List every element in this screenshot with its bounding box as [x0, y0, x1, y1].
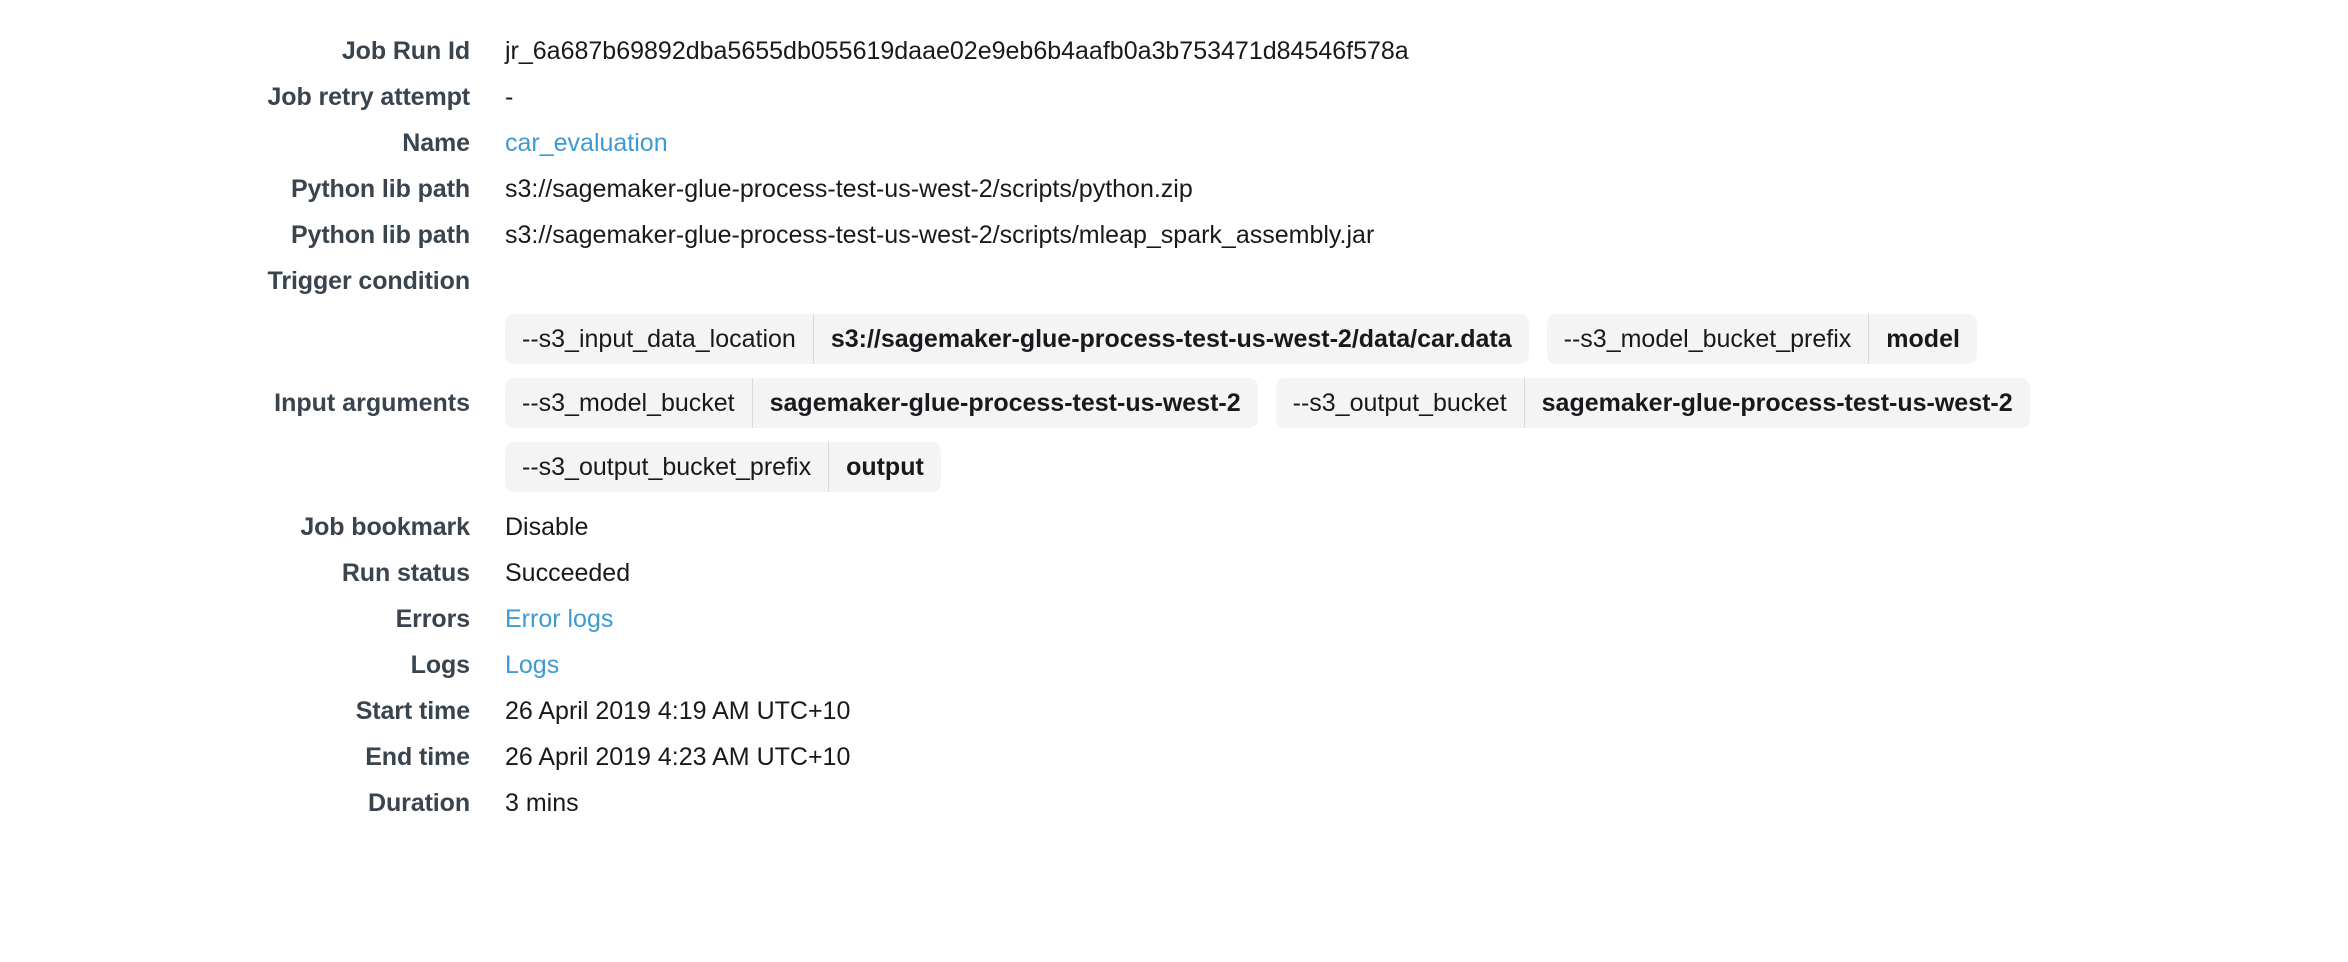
input-arguments-chip-group: --s3_input_data_location s3://sagemaker-… — [470, 314, 2348, 492]
status-badge: Succeeded — [505, 559, 631, 587]
argument-chip-s3-model-bucket-prefix[interactable]: --s3_model_bucket_prefix model — [1546, 314, 1977, 364]
input-arguments-line-2: --s3_model_bucket sagemaker-glue-process… — [505, 378, 2348, 428]
detail-row-input-arguments: Input arguments --s3_input_data_location… — [0, 314, 2348, 492]
detail-value-end-time: 26 April 2019 4:23 AM UTC+10 — [505, 743, 851, 771]
detail-row-name: Name car_evaluation — [0, 120, 2348, 166]
detail-label-python-lib-path-2: Python lib path — [290, 221, 470, 249]
detail-row-job-run-id: Job Run Id jr_6a687b69892dba5655db055619… — [0, 28, 2348, 74]
detail-label-input-arguments: Input arguments — [274, 388, 470, 417]
detail-label-job-run-id: Job Run Id — [341, 37, 470, 65]
detail-label-logs: Logs — [410, 651, 470, 679]
detail-label-python-lib-path-1: Python lib path — [290, 175, 470, 203]
argument-chip-s3-model-bucket[interactable]: --s3_model_bucket sagemaker-glue-process… — [505, 378, 1258, 428]
detail-label-job-retry-attempt: Job retry attempt — [267, 83, 470, 111]
detail-value-python-lib-path-2: s3://sagemaker-glue-process-test-us-west… — [505, 221, 1375, 249]
detail-label-end-time: End time — [365, 743, 470, 771]
argument-key: --s3_model_bucket_prefix — [1563, 324, 1852, 353]
argument-chip-s3-output-bucket-prefix[interactable]: --s3_output_bucket_prefix output — [505, 442, 941, 492]
detail-label-errors: Errors — [395, 605, 471, 633]
detail-row-errors: Errors Error logs — [0, 596, 2348, 642]
argument-key: --s3_output_bucket — [1292, 388, 1507, 417]
detail-row-trigger-condition: Trigger condition — [0, 258, 2348, 304]
detail-row-python-lib-path-1: Python lib path s3://sagemaker-glue-proc… — [0, 166, 2348, 212]
job-run-detail-list: Job Run Id jr_6a687b69892dba5655db055619… — [0, 28, 2348, 826]
detail-value-job-bookmark: Disable — [505, 513, 589, 541]
detail-label-trigger-condition: Trigger condition — [267, 267, 471, 295]
argument-value: model — [1886, 324, 1960, 353]
detail-row-run-status: Run status Succeeded — [0, 550, 2348, 596]
argument-key: --s3_input_data_location — [522, 324, 796, 353]
detail-value-duration: 3 mins — [505, 789, 579, 817]
detail-label-run-status: Run status — [341, 559, 470, 587]
detail-value-trigger-condition — [470, 258, 2348, 304]
argument-chip-s3-output-bucket[interactable]: --s3_output_bucket sagemaker-glue-proces… — [1275, 378, 2030, 428]
detail-value-job-retry-attempt: - — [505, 83, 514, 111]
detail-row-job-retry-attempt: Job retry attempt - — [0, 74, 2348, 120]
argument-key: --s3_output_bucket_prefix — [522, 452, 812, 481]
detail-row-python-lib-path-2: Python lib path s3://sagemaker-glue-proc… — [0, 212, 2348, 258]
input-arguments-line-3: --s3_output_bucket_prefix output — [505, 442, 2348, 492]
argument-value: s3://sagemaker-glue-process-test-us-west… — [830, 324, 1512, 353]
argument-key: --s3_model_bucket — [522, 388, 735, 417]
detail-row-start-time: Start time 26 April 2019 4:19 AM UTC+10 — [0, 688, 2348, 734]
detail-label-name: Name — [402, 129, 470, 157]
input-arguments-line-1: --s3_input_data_location s3://sagemaker-… — [505, 314, 2348, 364]
argument-chip-s3-input-data-location[interactable]: --s3_input_data_location s3://sagemaker-… — [505, 314, 1529, 364]
job-run-detail-panel: Job Run Id jr_6a687b69892dba5655db055619… — [0, 0, 2348, 962]
argument-value: sagemaker-glue-process-test-us-west-2 — [1541, 388, 2013, 417]
argument-value: sagemaker-glue-process-test-us-west-2 — [769, 388, 1241, 417]
detail-label-job-bookmark: Job bookmark — [300, 513, 470, 541]
detail-value-job-run-id: jr_6a687b69892dba5655db055619daae02e9eb6… — [505, 37, 1409, 65]
detail-label-duration: Duration — [368, 789, 470, 817]
detail-row-logs: Logs Logs — [0, 642, 2348, 688]
error-logs-link[interactable]: Error logs — [470, 596, 2348, 642]
job-name-link[interactable]: car_evaluation — [470, 120, 2348, 166]
detail-value-start-time: 26 April 2019 4:19 AM UTC+10 — [505, 697, 851, 725]
detail-row-end-time: End time 26 April 2019 4:23 AM UTC+10 — [0, 734, 2348, 780]
logs-link[interactable]: Logs — [470, 642, 2348, 688]
detail-label-start-time: Start time — [355, 697, 470, 725]
detail-row-job-bookmark: Job bookmark Disable — [0, 504, 2348, 550]
detail-value-python-lib-path-1: s3://sagemaker-glue-process-test-us-west… — [505, 175, 1193, 203]
detail-row-duration: Duration 3 mins — [0, 780, 2348, 826]
argument-value: output — [846, 452, 924, 481]
